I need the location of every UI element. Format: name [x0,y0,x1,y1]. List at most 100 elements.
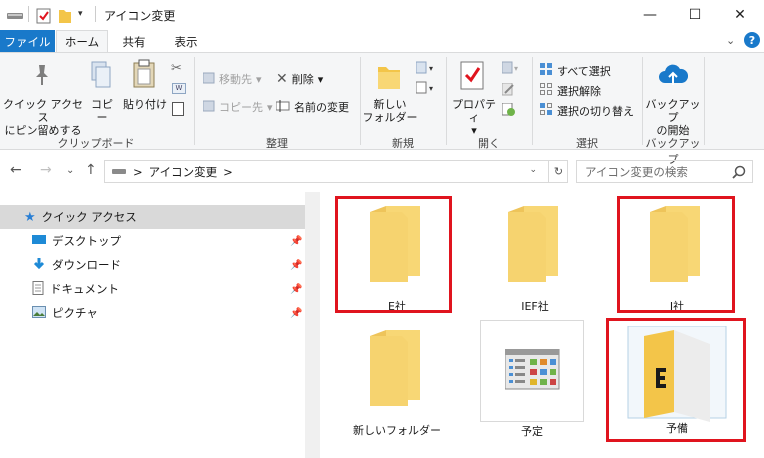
copy-to-label: コピー先 [219,101,263,114]
select-all-label: すべて選択 [557,65,611,78]
pin-icon[interactable]: 📌 [290,260,302,271]
rename-button[interactable]: 名前の変更 [275,99,349,115]
maximize-button[interactable]: ☐ [672,0,718,30]
pin-icon [32,63,52,90]
folder-item[interactable]: 新しいフォルダー [342,326,452,446]
group-label-clipboard: クリップボード [57,137,135,150]
paste-shortcut-icon[interactable] [172,102,184,116]
rename-label: 名前の変更 [294,101,349,114]
breadcrumb-separator[interactable]: > [133,165,143,179]
highlight-box [617,196,735,313]
tab-home[interactable]: ホーム [56,30,108,53]
pin-label-line1: クイック アクセス [3,98,83,124]
back-icon[interactable]: ← [10,162,22,178]
recent-locations-icon[interactable]: ⌄ [66,165,74,176]
separator [360,57,361,145]
tab-share[interactable]: 共有 [110,30,158,53]
new-item-icon[interactable]: ▾ [415,61,438,78]
edit-icon[interactable] [501,82,516,100]
pin-icon[interactable]: 📌 [290,308,302,319]
move-to-icon [202,72,215,87]
help-icon[interactable]: ? [744,32,760,48]
chevron-down-icon: ▾ [317,72,324,86]
address-dropdown-icon[interactable]: ⌄ [529,165,537,175]
copy-path-icon[interactable]: W [172,83,186,94]
nav-item-documents[interactable]: ドキュメント 📌 [0,277,305,301]
tab-view[interactable]: 表示 [160,30,212,53]
delete-label: 削除 [291,73,314,86]
paste-button[interactable]: 貼り付け [122,98,168,111]
new-folder-quick-icon[interactable] [58,8,72,27]
navpane-scrollbar[interactable] [305,192,320,458]
select-all-button[interactable]: すべて選択 [540,63,611,79]
forward-icon[interactable]: → [40,162,52,178]
maximize-icon: ☐ [688,7,702,23]
folder-item[interactable]: IEF社 [480,200,590,320]
drive-icon[interactable] [6,8,24,25]
move-to-label: 移動先 [219,73,252,86]
group-label-open: 開く [478,137,500,150]
open-icon[interactable]: ▾ [501,61,522,78]
copy-to-button[interactable]: コピー先 ▾ [202,99,273,115]
easy-access-icon[interactable]: ▾ [415,81,438,98]
delete-button[interactable]: ✕ 削除 ▾ [276,71,323,87]
close-icon: ✕ [734,7,746,23]
invert-selection-button[interactable]: 選択の切り替え [540,103,634,119]
highlight-box [335,196,452,313]
close-button[interactable]: ✕ [717,0,763,30]
nav-item-label: ドキュメント [50,282,119,296]
cut-icon[interactable]: ✂ [171,61,182,76]
navigation-pane: ★ クイック アクセス デスクトップ 📌 ダウンロード 📌 ドキュメント 📌 ピ… [0,192,320,458]
up-icon[interactable]: ↑ [85,162,97,178]
select-none-button[interactable]: 選択解除 [540,83,601,99]
address-bar[interactable]: > アイコン変更 > ⌄ [104,160,568,183]
move-to-button[interactable]: 移動先 ▾ [202,71,262,87]
search-input[interactable]: アイコン変更の検索 [576,160,753,183]
refresh-icon: ↻ [553,165,564,178]
tab-file[interactable]: ファイル [0,30,55,53]
new-folder-button[interactable]: 新しい フォルダー [362,98,418,124]
star-icon: ★ [24,209,36,225]
nav-item-downloads[interactable]: ダウンロード 📌 [0,253,305,277]
highlight-box [606,318,746,442]
drive-icon [111,165,127,179]
nav-item-label: クイック アクセス [41,210,137,224]
nav-item-quick-access[interactable]: ★ クイック アクセス [0,205,305,229]
paste-icon [132,59,158,92]
separator [642,57,643,145]
start-backup-button[interactable]: バックアップ の開始 [644,98,702,137]
pin-icon[interactable]: 📌 [290,284,302,295]
properties-icon [460,61,486,94]
folder-icon [508,206,558,282]
history-icon[interactable] [501,102,516,120]
desktop-icon [32,234,46,249]
separator [446,57,447,145]
customize-qat-icon[interactable]: ▾ [78,9,83,19]
nav-item-desktop[interactable]: デスクトップ 📌 [0,229,305,253]
cloud-upload-icon [658,61,689,92]
pin-icon[interactable]: 📌 [290,236,302,247]
breadcrumb-current[interactable]: アイコン変更 [149,164,217,180]
backup-label-line1: バックアップ [645,98,701,124]
properties-quick-icon[interactable] [36,8,52,27]
separator [28,6,29,22]
folder-item[interactable]: 予定 [480,320,584,438]
separator [95,6,96,22]
search-icon [732,165,746,182]
svg-text:▾: ▾ [514,64,518,73]
invert-selection-icon [540,103,553,119]
title-bar: ▾ アイコン変更 — ☐ ✕ [0,0,764,30]
breadcrumb-separator[interactable]: > [223,165,233,179]
minimize-button[interactable]: — [627,0,673,30]
ribbon-collapse-icon[interactable]: ⌄ [726,34,735,47]
pin-to-quick-access-button[interactable]: クイック アクセス にピン留めする [3,98,83,137]
file-name: 予定 [521,425,543,438]
nav-item-pictures[interactable]: ピクチャ 📌 [0,301,305,325]
svg-text:▾: ▾ [429,84,433,93]
copy-button[interactable]: コピー [86,98,118,124]
select-all-icon [540,63,553,79]
delete-icon: ✕ [276,71,288,87]
new-folder-icon [376,63,402,94]
refresh-button[interactable]: ↻ [548,160,568,183]
properties-button[interactable]: プロパティ ▾ [448,98,500,137]
